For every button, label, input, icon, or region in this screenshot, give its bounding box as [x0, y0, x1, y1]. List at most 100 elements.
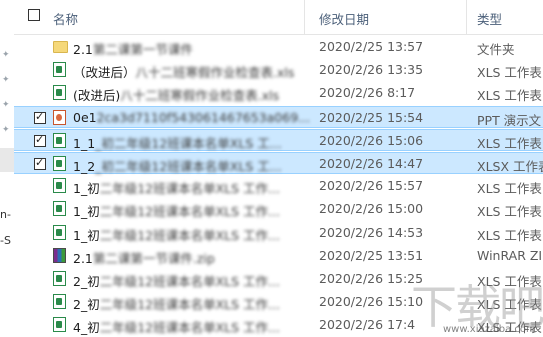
folder-icon [53, 41, 68, 53]
file-name[interactable]: 2.1第二课第一节课件 [73, 39, 193, 58]
xls-file-icon [53, 178, 66, 194]
file-date: 2020/2/26 14:47 [319, 156, 424, 171]
xls-file-icon [53, 317, 66, 333]
file-name-blurred: 二年级12班课本名单XLS 工作... [99, 274, 280, 289]
column-divider[interactable] [304, 0, 305, 34]
file-name-prefix: 1_初 [73, 227, 100, 243]
file-date: 2020/2/26 14:53 [319, 224, 424, 240]
file-row[interactable]: 1_初二年级12班课本名单XLS 工作... 2020/2/26 14:53 XLS… [14, 222, 543, 244]
row-checkbox[interactable] [34, 110, 46, 124]
file-date: 2020/2/26 13:35 [319, 62, 424, 78]
file-date: 2020/2/26 15:00 [319, 201, 424, 217]
xls-file-icon [53, 224, 66, 240]
pin-icon[interactable]: ✦ [2, 126, 10, 135]
pin-icon[interactable]: ✦ [2, 76, 10, 85]
file-name-prefix: 2_初 [73, 274, 100, 289]
file-row[interactable]: 1_初二年级12班课本名单XLS 工作... 2020/2/26 15:57 XLS… [14, 175, 543, 197]
file-name[interactable]: 2_初二年级12班课本名单XLS 工作... [73, 294, 280, 313]
file-type: XLS 工作表 [477, 65, 542, 81]
file-name-blurred: 第二课第一节课件 [92, 42, 193, 57]
file-name-prefix: 1_1 [73, 135, 96, 151]
file-type: XLS 工作表 [477, 88, 542, 104]
nav-selected-item[interactable] [0, 148, 14, 172]
file-name[interactable]: 4_初二年级12班课本名单XLS 工作... [73, 317, 280, 336]
file-name-blurred: 二年级12班课本名单XLS 工作... [99, 181, 280, 197]
file-row[interactable]: （改进后）八十二班寒假作业检查表.xls 2020/2/26 13:35 XLS 工… [14, 59, 543, 81]
file-type: PPT 演示文 [477, 112, 542, 128]
nav-label-fragment[interactable]: -S [0, 234, 11, 247]
file-name-prefix: 2_初 [73, 297, 100, 313]
select-all-checkbox[interactable] [28, 9, 40, 21]
column-divider[interactable] [466, 0, 467, 34]
file-row[interactable]: 2.1第二课第一节课件 2020/2/25 13:57 文件夹 [14, 36, 543, 58]
file-name[interactable]: (改进后)八十二班寒假作业检查表.xls [73, 85, 279, 104]
file-name-prefix: 1_2 [73, 159, 96, 174]
file-name-prefix: 0e1 [73, 109, 97, 125]
watermark-logo: 下载吧 www.xiazaiba.com [393, 271, 543, 337]
column-header-type[interactable]: 类型 [477, 9, 502, 28]
file-date: 2020/2/25 13:57 [319, 39, 424, 54]
xls-file-icon [53, 271, 66, 286]
file-name[interactable]: 0e12ca3d7110f543061467653a069... [73, 110, 310, 125]
file-name-blurred: 八十二班寒假作业检查表.xls [120, 88, 280, 104]
file-row[interactable]: 1_初二年级12班课本名单XLS 工作... 2020/2/26 15:00 XLS… [14, 198, 543, 220]
xls-file-icon [53, 85, 66, 101]
file-name-prefix: 4_初 [73, 320, 100, 336]
file-name-blurred: 二年级12班课本名单XLS 工作... [99, 204, 280, 220]
file-type: 文件夹 [477, 42, 515, 57]
file-name-blurred: _初二年级12班课本名单XLS 工... [95, 159, 282, 174]
file-name[interactable]: 1_1_初二年级12班课本名单XLS 工... [73, 133, 282, 152]
file-name[interactable]: 1_2_初二年级12班课本名单XLS 工... [73, 156, 282, 175]
file-type: XLS 工作表 [477, 227, 542, 243]
file-type: XLS 工作表 [477, 181, 542, 197]
row-checkbox[interactable] [34, 156, 46, 170]
navigation-pane[interactable]: ✦ ✦ ✦ ✦ n- -S [0, 0, 14, 337]
column-header-name[interactable]: 名称 [53, 9, 78, 28]
file-type: XLS 工作表 [477, 204, 542, 220]
file-name-blurred: 八十二班寒假作业检查表.xls [135, 65, 295, 81]
file-row[interactable]: 1_1_初二年级12班课本名单XLS 工... 2020/2/26 15:06 XL… [14, 128, 543, 152]
file-name-blurred: 2ca3d7110f543061467653a069... [96, 109, 311, 125]
xls-file-icon [53, 201, 66, 217]
winrar-archive-icon [53, 247, 66, 263]
pin-icon[interactable]: ✦ [2, 51, 10, 60]
file-name-prefix: (改进后) [73, 88, 121, 104]
file-date: 2020/2/26 8:17 [319, 85, 416, 101]
file-type: XLSX 工作表 [477, 159, 543, 174]
xls-file-icon [53, 294, 66, 310]
file-name-prefix: 2.1 [73, 42, 93, 57]
file-name-prefix: 1_初 [73, 181, 100, 197]
file-name-blurred: 二年级12班课本名单XLS 工作... [99, 320, 280, 336]
file-name[interactable]: 2.1第二课第一节课件.zip [73, 248, 215, 267]
file-name[interactable]: 1_初二年级12班课本名单XLS 工作... [73, 225, 280, 244]
xls-file-icon [53, 156, 66, 171]
file-name[interactable]: （改进后）八十二班寒假作业检查表.xls [73, 62, 294, 81]
file-date: 2020/2/26 15:57 [319, 178, 424, 194]
file-row[interactable]: 2.1第二课第一节课件.zip 2020/2/25 13:51 WinRAR ZI [14, 245, 543, 267]
file-name[interactable]: 2_初二年级12班课本名单XLS 工作... [73, 271, 280, 290]
file-name-blurred: 二年级12班课本名单XLS 工作... [99, 297, 280, 313]
pin-icon[interactable]: ✦ [2, 101, 10, 110]
file-name-prefix: 2.1 [73, 250, 93, 266]
sort-ascending-icon: ^ [177, 0, 186, 7]
ppt-file-icon [53, 109, 66, 125]
file-name-blurred: 第二课第一节课件.zip [92, 250, 215, 266]
column-header-bar: 名称 ^ 修改日期 类型 [14, 0, 543, 35]
file-name-blurred: 二年级12班课本名单XLS 工作... [99, 227, 280, 243]
file-row[interactable]: 1_2_初二年级12班课本名单XLS 工... 2020/2/26 14:47 XL… [14, 152, 543, 174]
file-name[interactable]: 1_初二年级12班课本名单XLS 工作... [73, 201, 280, 220]
xls-file-icon [53, 62, 66, 78]
nav-label-fragment[interactable]: n- [0, 208, 11, 221]
xls-file-icon [53, 132, 66, 148]
watermark-url: www.xiazaiba.com [443, 324, 536, 335]
file-type: XLS 工作表 [477, 135, 542, 151]
row-checkbox[interactable] [34, 133, 46, 147]
file-date: 2020/2/26 15:06 [319, 132, 424, 148]
file-type: WinRAR ZI [477, 247, 543, 263]
column-header-date[interactable]: 修改日期 [319, 9, 369, 28]
file-name-prefix: 1_初 [73, 204, 100, 220]
file-date: 2020/2/25 15:54 [319, 109, 424, 125]
file-row[interactable]: 0e12ca3d7110f543061467653a069... 2020/2/2… [14, 105, 543, 128]
file-row[interactable]: (改进后)八十二班寒假作业检查表.xls 2020/2/26 8:17 XLS 工作… [14, 82, 543, 104]
file-name[interactable]: 1_初二年级12班课本名单XLS 工作... [73, 178, 280, 197]
